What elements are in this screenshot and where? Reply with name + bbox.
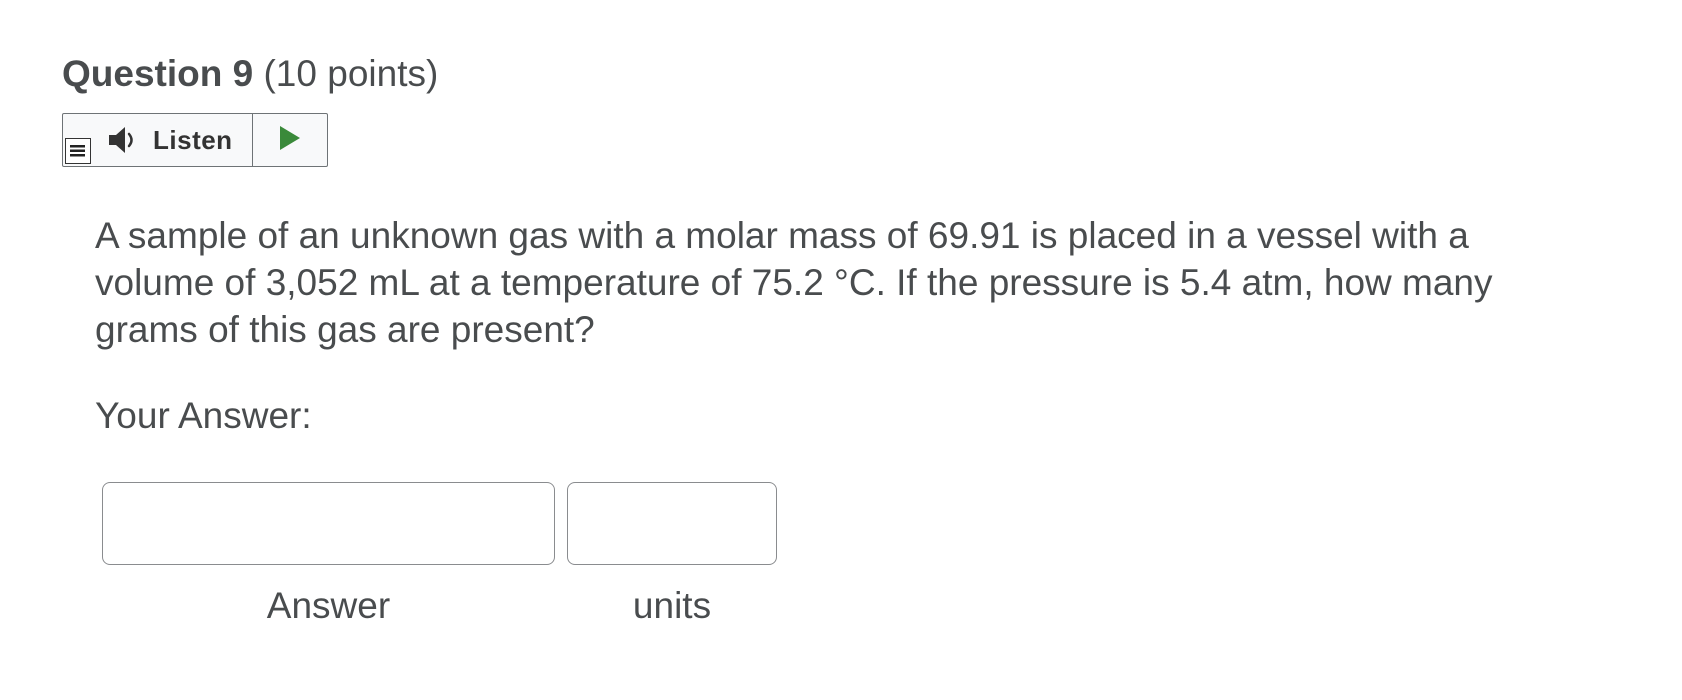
answer-caption: Answer xyxy=(266,585,391,626)
question-title: Question 9 xyxy=(62,53,254,94)
play-button[interactable] xyxy=(253,114,327,166)
listen-label: Listen xyxy=(153,124,233,155)
question-header: Question 9 (10 points) xyxy=(62,48,438,100)
question-text: A sample of an unknown gas with a molar … xyxy=(95,215,1493,350)
units-caption: units xyxy=(632,585,712,626)
speaker-icon xyxy=(107,125,143,155)
question-points: (10 points) xyxy=(263,53,439,94)
answer-input[interactable] xyxy=(102,482,555,565)
play-icon xyxy=(278,124,302,157)
units-input[interactable] xyxy=(567,482,777,565)
menu-icon[interactable] xyxy=(65,138,91,164)
listen-button[interactable]: Listen xyxy=(63,114,253,166)
listen-toolbar: Listen xyxy=(62,113,328,167)
your-answer-label: Your Answer: xyxy=(95,395,312,436)
